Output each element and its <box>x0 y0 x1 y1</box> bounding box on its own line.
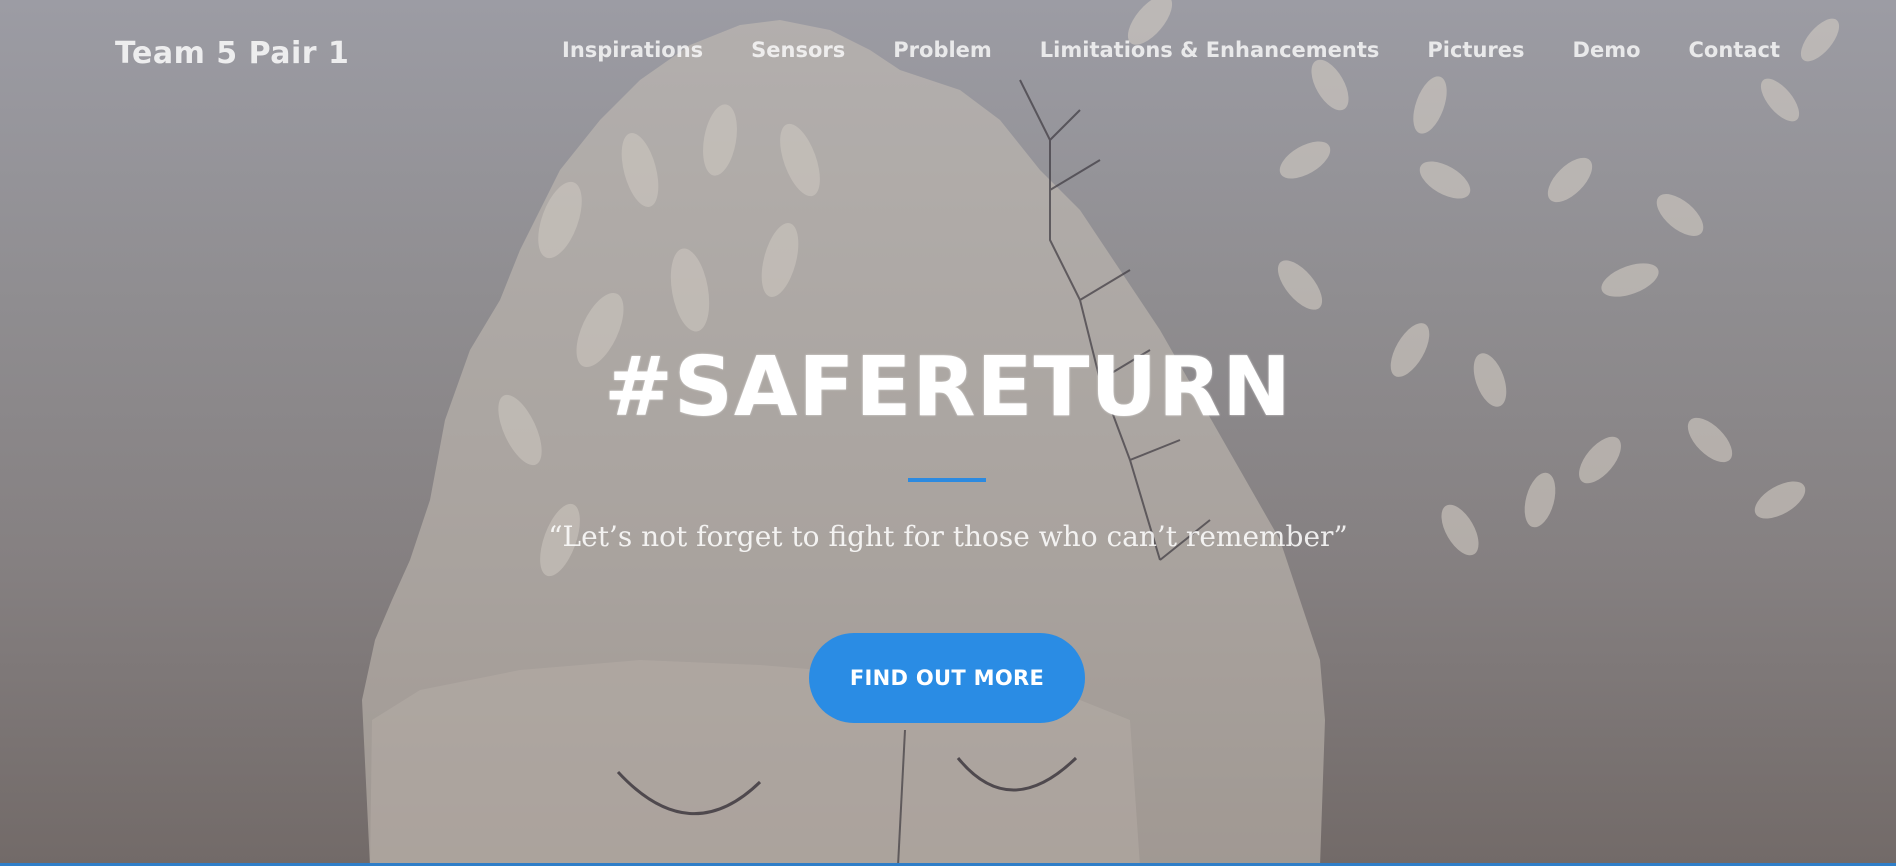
nav-item-contact: Contact <box>1689 38 1781 62</box>
nav-item-pictures: Pictures <box>1427 38 1524 62</box>
find-out-more-button[interactable]: FIND OUT MORE <box>809 633 1085 723</box>
nav-item-sensors: Sensors <box>751 38 845 62</box>
nav-link-limitations[interactable]: Limitations & Enhancements <box>1040 38 1380 62</box>
nav-link-sensors[interactable]: Sensors <box>751 38 845 62</box>
nav-link-demo[interactable]: Demo <box>1573 38 1641 62</box>
hero-title: #SAFERETURN <box>604 340 1292 435</box>
nav-item-demo: Demo <box>1573 38 1641 62</box>
nav-link-pictures[interactable]: Pictures <box>1427 38 1524 62</box>
hero-divider <box>908 478 986 482</box>
top-navbar: Team 5 Pair 1 Inspirations Sensors Probl… <box>0 0 1896 104</box>
nav-link-inspirations[interactable]: Inspirations <box>562 38 703 62</box>
nav-link-problem[interactable]: Problem <box>893 38 992 62</box>
nav-item-limitations: Limitations & Enhancements <box>1040 38 1380 62</box>
nav-item-inspirations: Inspirations <box>562 38 703 62</box>
nav-link-contact[interactable]: Contact <box>1689 38 1781 62</box>
nav-item-problem: Problem <box>893 38 992 62</box>
brand-logo-link[interactable]: Team 5 Pair 1 <box>115 36 349 71</box>
nav-links: Inspirations Sensors Problem Limitations… <box>562 38 1780 62</box>
hero-tagline: “Let’s not forget to fight for those who… <box>548 520 1348 553</box>
